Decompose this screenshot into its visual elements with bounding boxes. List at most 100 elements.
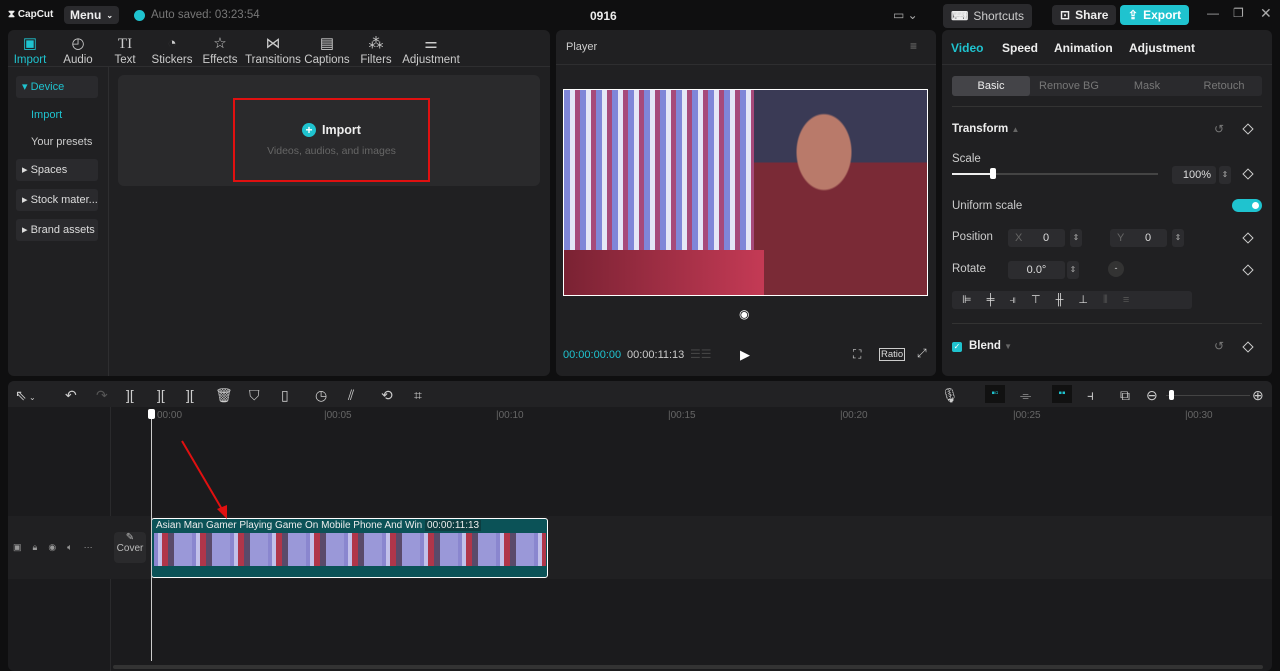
video-clip[interactable]: Asian Man Gamer Playing Game On Mobile P…: [151, 518, 548, 578]
minimize-icon[interactable]: —: [1207, 6, 1219, 20]
playhead-handle[interactable]: [148, 409, 155, 419]
select-tool-icon[interactable]: ⇖ ⌄: [15, 387, 36, 404]
tool-label: Audio: [63, 54, 93, 66]
zoom-slider-knob[interactable]: [1169, 390, 1174, 400]
timeline-toolbar: [8, 381, 1272, 407]
reset-icon[interactable]: ↺: [1214, 122, 1224, 136]
share-button[interactable]: ⊡ Share: [1052, 5, 1117, 25]
player-menu-icon[interactable]: ≡: [910, 39, 917, 53]
ratio-button[interactable]: Ratio: [879, 348, 906, 361]
freeze-icon[interactable]: ▯: [281, 387, 289, 404]
blend-heading[interactable]: Blend ▼: [969, 340, 1012, 352]
position-x-stepper[interactable]: ⇕: [1070, 229, 1082, 247]
mirror-icon[interactable]: ⫽: [348, 387, 354, 404]
blend-checkbox[interactable]: ✓: [952, 342, 962, 352]
split-icon[interactable]: ][: [126, 387, 134, 403]
shortcuts-button[interactable]: ⌨ Shortcuts: [943, 4, 1033, 28]
menu-button[interactable]: Menu ⌄: [64, 6, 120, 24]
eye-icon[interactable]: ◉: [48, 542, 56, 553]
playhead[interactable]: [148, 409, 155, 661]
auto-snap-icon[interactable]: ⌯: [1020, 387, 1031, 404]
rotate-input[interactable]: 0.0°: [1008, 261, 1065, 279]
upload-icon: ⇪: [1128, 8, 1139, 22]
play-button[interactable]: ▶: [740, 347, 750, 363]
fullscreen-icon[interactable]: ⤢: [917, 346, 927, 361]
zoom-fit-icon[interactable]: ⛶: [853, 347, 861, 362]
align-top-icon[interactable]: ⊤: [1031, 291, 1041, 309]
align-right-icon[interactable]: ⫣: [1009, 291, 1016, 309]
align-left-icon[interactable]: ⊫: [962, 291, 972, 309]
tool-adjustment[interactable]: ⚌ Adjustment: [401, 34, 461, 66]
subtab-remove-bg[interactable]: Remove BG: [1030, 76, 1108, 96]
transform-heading[interactable]: Transform ▲: [952, 123, 1019, 135]
y-value: 0: [1145, 232, 1152, 244]
microphone-icon[interactable]: 🎙︎: [941, 387, 959, 404]
position-x-input[interactable]: X0: [1008, 229, 1065, 247]
align-center-h-icon[interactable]: ╪: [987, 291, 995, 309]
subtab-mask[interactable]: Mask: [1108, 76, 1186, 96]
align-middle-v-icon[interactable]: ╫: [1056, 291, 1064, 309]
tab-adjustment[interactable]: Adjustment: [1129, 41, 1195, 55]
cover-button[interactable]: ✎ Cover: [114, 532, 146, 563]
toggle-knob: [1252, 202, 1259, 209]
lock-icon[interactable]: 🔒︎: [33, 542, 38, 553]
levels-icon: ☰☰: [690, 347, 712, 361]
close-icon[interactable]: ✕: [1260, 5, 1272, 22]
tab-animation[interactable]: Animation: [1054, 41, 1113, 55]
subtab-retouch[interactable]: Retouch: [1185, 76, 1263, 96]
layout-icon[interactable]: ▭ ⌄: [893, 8, 918, 22]
uniform-scale-toggle[interactable]: [1232, 199, 1262, 212]
scale-label: Scale: [952, 153, 981, 165]
scale-slider-knob[interactable]: [990, 168, 997, 179]
more-icon[interactable]: ⋯: [84, 542, 93, 553]
scale-stepper[interactable]: ⇕: [1219, 166, 1231, 184]
zoom-slider[interactable]: [1166, 390, 1250, 400]
import-highlight[interactable]: + Import Videos, audios, and images: [233, 98, 430, 182]
sidebar-spaces[interactable]: ▸ Spaces: [16, 159, 98, 181]
rotate-icon[interactable]: ⟲: [381, 387, 393, 404]
tool-effects[interactable]: ☆ Effects: [190, 34, 250, 66]
tool-label: Adjustment: [402, 54, 460, 66]
rotate-dial[interactable]: -: [1108, 261, 1124, 277]
reset-icon[interactable]: ↺: [1214, 339, 1224, 353]
scale-input[interactable]: 100%: [1172, 166, 1216, 184]
rotate-stepper[interactable]: ⇕: [1067, 261, 1079, 279]
sidebar-stock[interactable]: ▸ Stock mater...: [16, 189, 98, 211]
marker-icon[interactable]: ⛉: [249, 387, 260, 404]
zoom-out-icon[interactable]: ⊖: [1146, 387, 1158, 404]
align-bottom-icon[interactable]: ⊥: [1078, 291, 1088, 309]
reverse-icon[interactable]: ◷: [315, 387, 327, 404]
sidebar-device[interactable]: ▾ Device: [16, 76, 98, 98]
undo-icon[interactable]: ↶: [65, 387, 77, 404]
scale-slider[interactable]: [952, 168, 1158, 179]
tab-speed[interactable]: Speed: [1002, 41, 1038, 55]
speaker-icon[interactable]: 🔈︎: [67, 542, 72, 553]
linkage-button[interactable]: ▪▪: [1052, 385, 1072, 403]
crop-icon[interactable]: ⌗: [414, 387, 422, 404]
split-preview-icon[interactable]: ⫞: [1087, 387, 1094, 404]
horizontal-scrollbar[interactable]: [113, 665, 1263, 669]
video-subject: [754, 90, 927, 295]
preview-axis-icon[interactable]: ⧉: [1120, 387, 1130, 404]
video-preview[interactable]: [563, 89, 928, 296]
tab-video[interactable]: Video: [951, 41, 983, 55]
export-button[interactable]: ⇪ Export: [1120, 5, 1190, 25]
zoom-in-icon[interactable]: ⊕: [1252, 387, 1264, 404]
restore-icon[interactable]: ❐: [1233, 6, 1244, 20]
main-track-magnet-button[interactable]: ▪▫: [985, 385, 1005, 403]
track-video-icon[interactable]: ▣: [13, 542, 22, 553]
split-right-icon[interactable]: ][: [186, 387, 194, 403]
camera-icon[interactable]: ◉: [739, 307, 749, 321]
position-y-stepper[interactable]: ⇕: [1172, 229, 1184, 247]
subtab-basic[interactable]: Basic: [952, 76, 1030, 96]
split-left-icon[interactable]: ][: [157, 387, 165, 403]
sidebar-brand[interactable]: ▸ Brand assets: [16, 219, 98, 241]
sidebar-import[interactable]: Import: [31, 109, 62, 121]
autosave-status: Auto saved: 03:23:54: [134, 9, 260, 21]
tool-transitions[interactable]: ⋈ Transitions: [243, 34, 303, 66]
sidebar-presets[interactable]: Your presets: [31, 136, 92, 148]
time-tick: |00:20: [840, 410, 868, 421]
tool-filters[interactable]: ⁂ Filters: [346, 34, 406, 66]
position-y-input[interactable]: Y0: [1110, 229, 1167, 247]
delete-icon[interactable]: 🗑︎: [215, 387, 233, 404]
